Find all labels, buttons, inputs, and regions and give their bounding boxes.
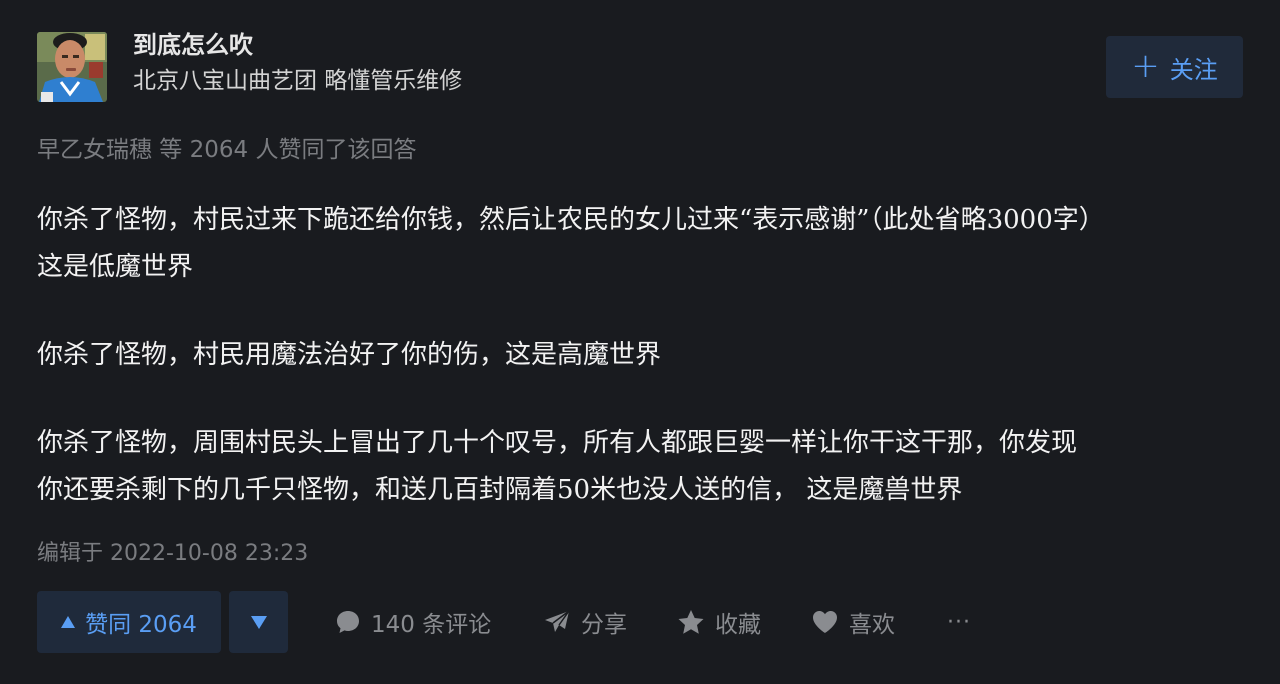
triangle-up-icon [61,616,76,628]
follow-button[interactable]: + 关注 [1106,36,1243,98]
action-bar: 赞同 2064 140 条评论 分享 收藏 喜欢 ··· [37,591,1257,653]
share-label: 分享 [581,612,627,638]
like-label: 喜欢 [849,612,895,638]
comments-button[interactable]: 140 条评论 [335,591,491,653]
star-icon [678,610,704,634]
upvote-button[interactable]: 赞同 2064 [37,591,221,653]
voters-summary[interactable]: 早乙女瑞穗 等 2064 人赞同了该回答 [37,130,416,164]
plus-icon: + [1131,45,1160,86]
answer-page: 到底怎么吹 北京八宝山曲艺团 略懂管乐维修 + 关注 早乙女瑞穗 等 2064 … [0,0,1280,684]
more-icon: ··· [947,609,971,635]
author-header: 到底怎么吹 北京八宝山曲艺团 略懂管乐维修 + 关注 [37,32,1243,102]
follow-label: 关注 [1169,55,1218,84]
answer-content: 你杀了怪物，村民过来下跪还给你钱，然后让农民的女儿过来“表示感谢”（此处省略30… [37,197,1247,514]
author-avatar[interactable] [37,32,107,102]
person-avatar-icon [37,32,107,102]
author-name[interactable]: 到底怎么吹 [133,32,253,58]
paragraph-1-line-2: 这是低魔世界 [37,252,194,282]
collect-button[interactable]: 收藏 [677,591,761,653]
comment-bubble-icon [337,611,359,633]
more-options-button[interactable]: ··· [947,591,971,653]
triangle-down-icon [250,615,267,629]
paragraph-3: 你杀了怪物，周围村民头上冒出了几十个叹号，所有人都跟巨婴一样让你干这干那，你发现… [37,420,1247,514]
author-bio: 北京八宝山曲艺团 略懂管乐维修 [133,68,463,94]
paper-plane-icon [545,610,570,632]
edited-timestamp[interactable]: 编辑于 2022-10-08 23:23 [37,535,308,567]
downvote-button[interactable] [229,591,288,653]
paragraph-1: 你杀了怪物，村民过来下跪还给你钱，然后让农民的女儿过来“表示感谢”（此处省略30… [37,197,1247,291]
upvote-label: 赞同 2064 [85,612,197,638]
paragraph-3-line-1: 你杀了怪物，周围村民头上冒出了几十个叹号，所有人都跟巨婴一样让你干这干那，你发现 [37,428,1078,458]
comments-label: 140 条评论 [371,612,492,638]
paragraph-3-line-2: 你还要杀剩下的几千只怪物，和送几百封隔着50米也没人送的信， 这是魔兽世界 [37,475,963,505]
like-button[interactable]: 喜欢 [811,591,895,653]
collect-label: 收藏 [715,612,761,638]
paragraph-1-line-1: 你杀了怪物，村民过来下跪还给你钱，然后让农民的女儿过来“表示感谢”（此处省略30… [37,205,1105,235]
share-button[interactable]: 分享 [543,591,627,653]
paragraph-2: 你杀了怪物，村民用魔法治好了你的伤，这是高魔世界 [37,340,662,370]
heart-icon [813,611,837,633]
